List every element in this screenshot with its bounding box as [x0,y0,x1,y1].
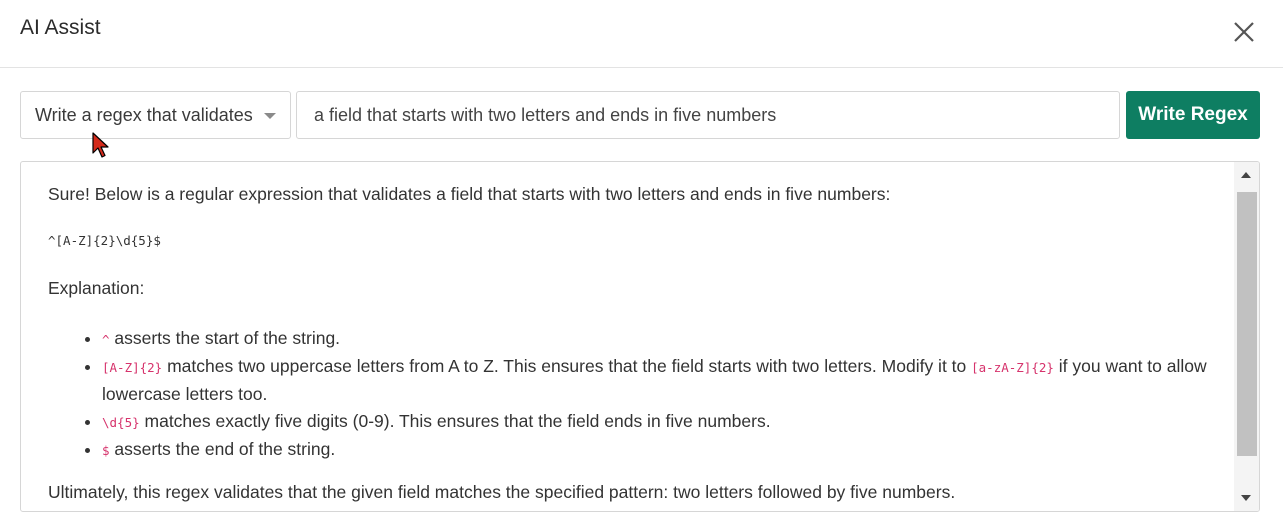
mode-select[interactable]: Write a regex that validates [20,91,291,139]
list-item: $ asserts the end of the string. [102,436,1242,464]
regex-code: ^[A-Z]{2}\d{5}$ [48,233,161,248]
inline-code: [a-zA-Z]{2} [971,360,1054,375]
response-conclusion: Ultimately, this regex validates that th… [48,482,956,502]
close-icon[interactable] [1231,19,1257,45]
list-item: [A-Z]{2} matches two uppercase letters f… [102,353,1242,408]
scrollbar-thumb[interactable] [1237,192,1257,456]
scroll-down-arrow-icon[interactable] [1241,495,1251,501]
list-item-text: matches exactly five digits (0-9). This … [139,411,771,431]
inline-code: [A-Z]{2} [102,360,163,375]
list-item-text: asserts the end of the string. [109,439,336,459]
scroll-up-arrow-icon[interactable] [1241,172,1251,178]
inline-code: ^ [102,332,110,347]
list-item-text: asserts the start of the string. [109,328,341,348]
explanation-heading: Explanation: [48,278,145,298]
list-item: ^ asserts the start of the string. [102,325,1242,353]
chevron-down-icon [264,113,276,119]
list-item-text: matches two uppercase letters from A to … [162,356,972,376]
response-intro: Sure! Below is a regular expression that… [48,184,891,204]
inline-code: \d{5} [102,415,140,430]
write-regex-button[interactable]: Write Regex [1126,91,1260,139]
mode-select-value: Write a regex that validates [35,105,253,125]
dialog-header: AI Assist [0,0,1283,68]
scrollbar[interactable] [1234,162,1259,511]
list-item: \d{5} matches exactly five digits (0-9).… [102,408,1242,436]
response-panel: Sure! Below is a regular expression that… [20,161,1260,512]
inline-code: $ [102,443,110,458]
mouse-pointer-icon [92,132,109,158]
dialog-title: AI Assist [20,16,101,39]
explanation-list: ^ asserts the start of the string. [A-Z]… [48,325,1242,464]
prompt-input[interactable] [296,91,1120,139]
